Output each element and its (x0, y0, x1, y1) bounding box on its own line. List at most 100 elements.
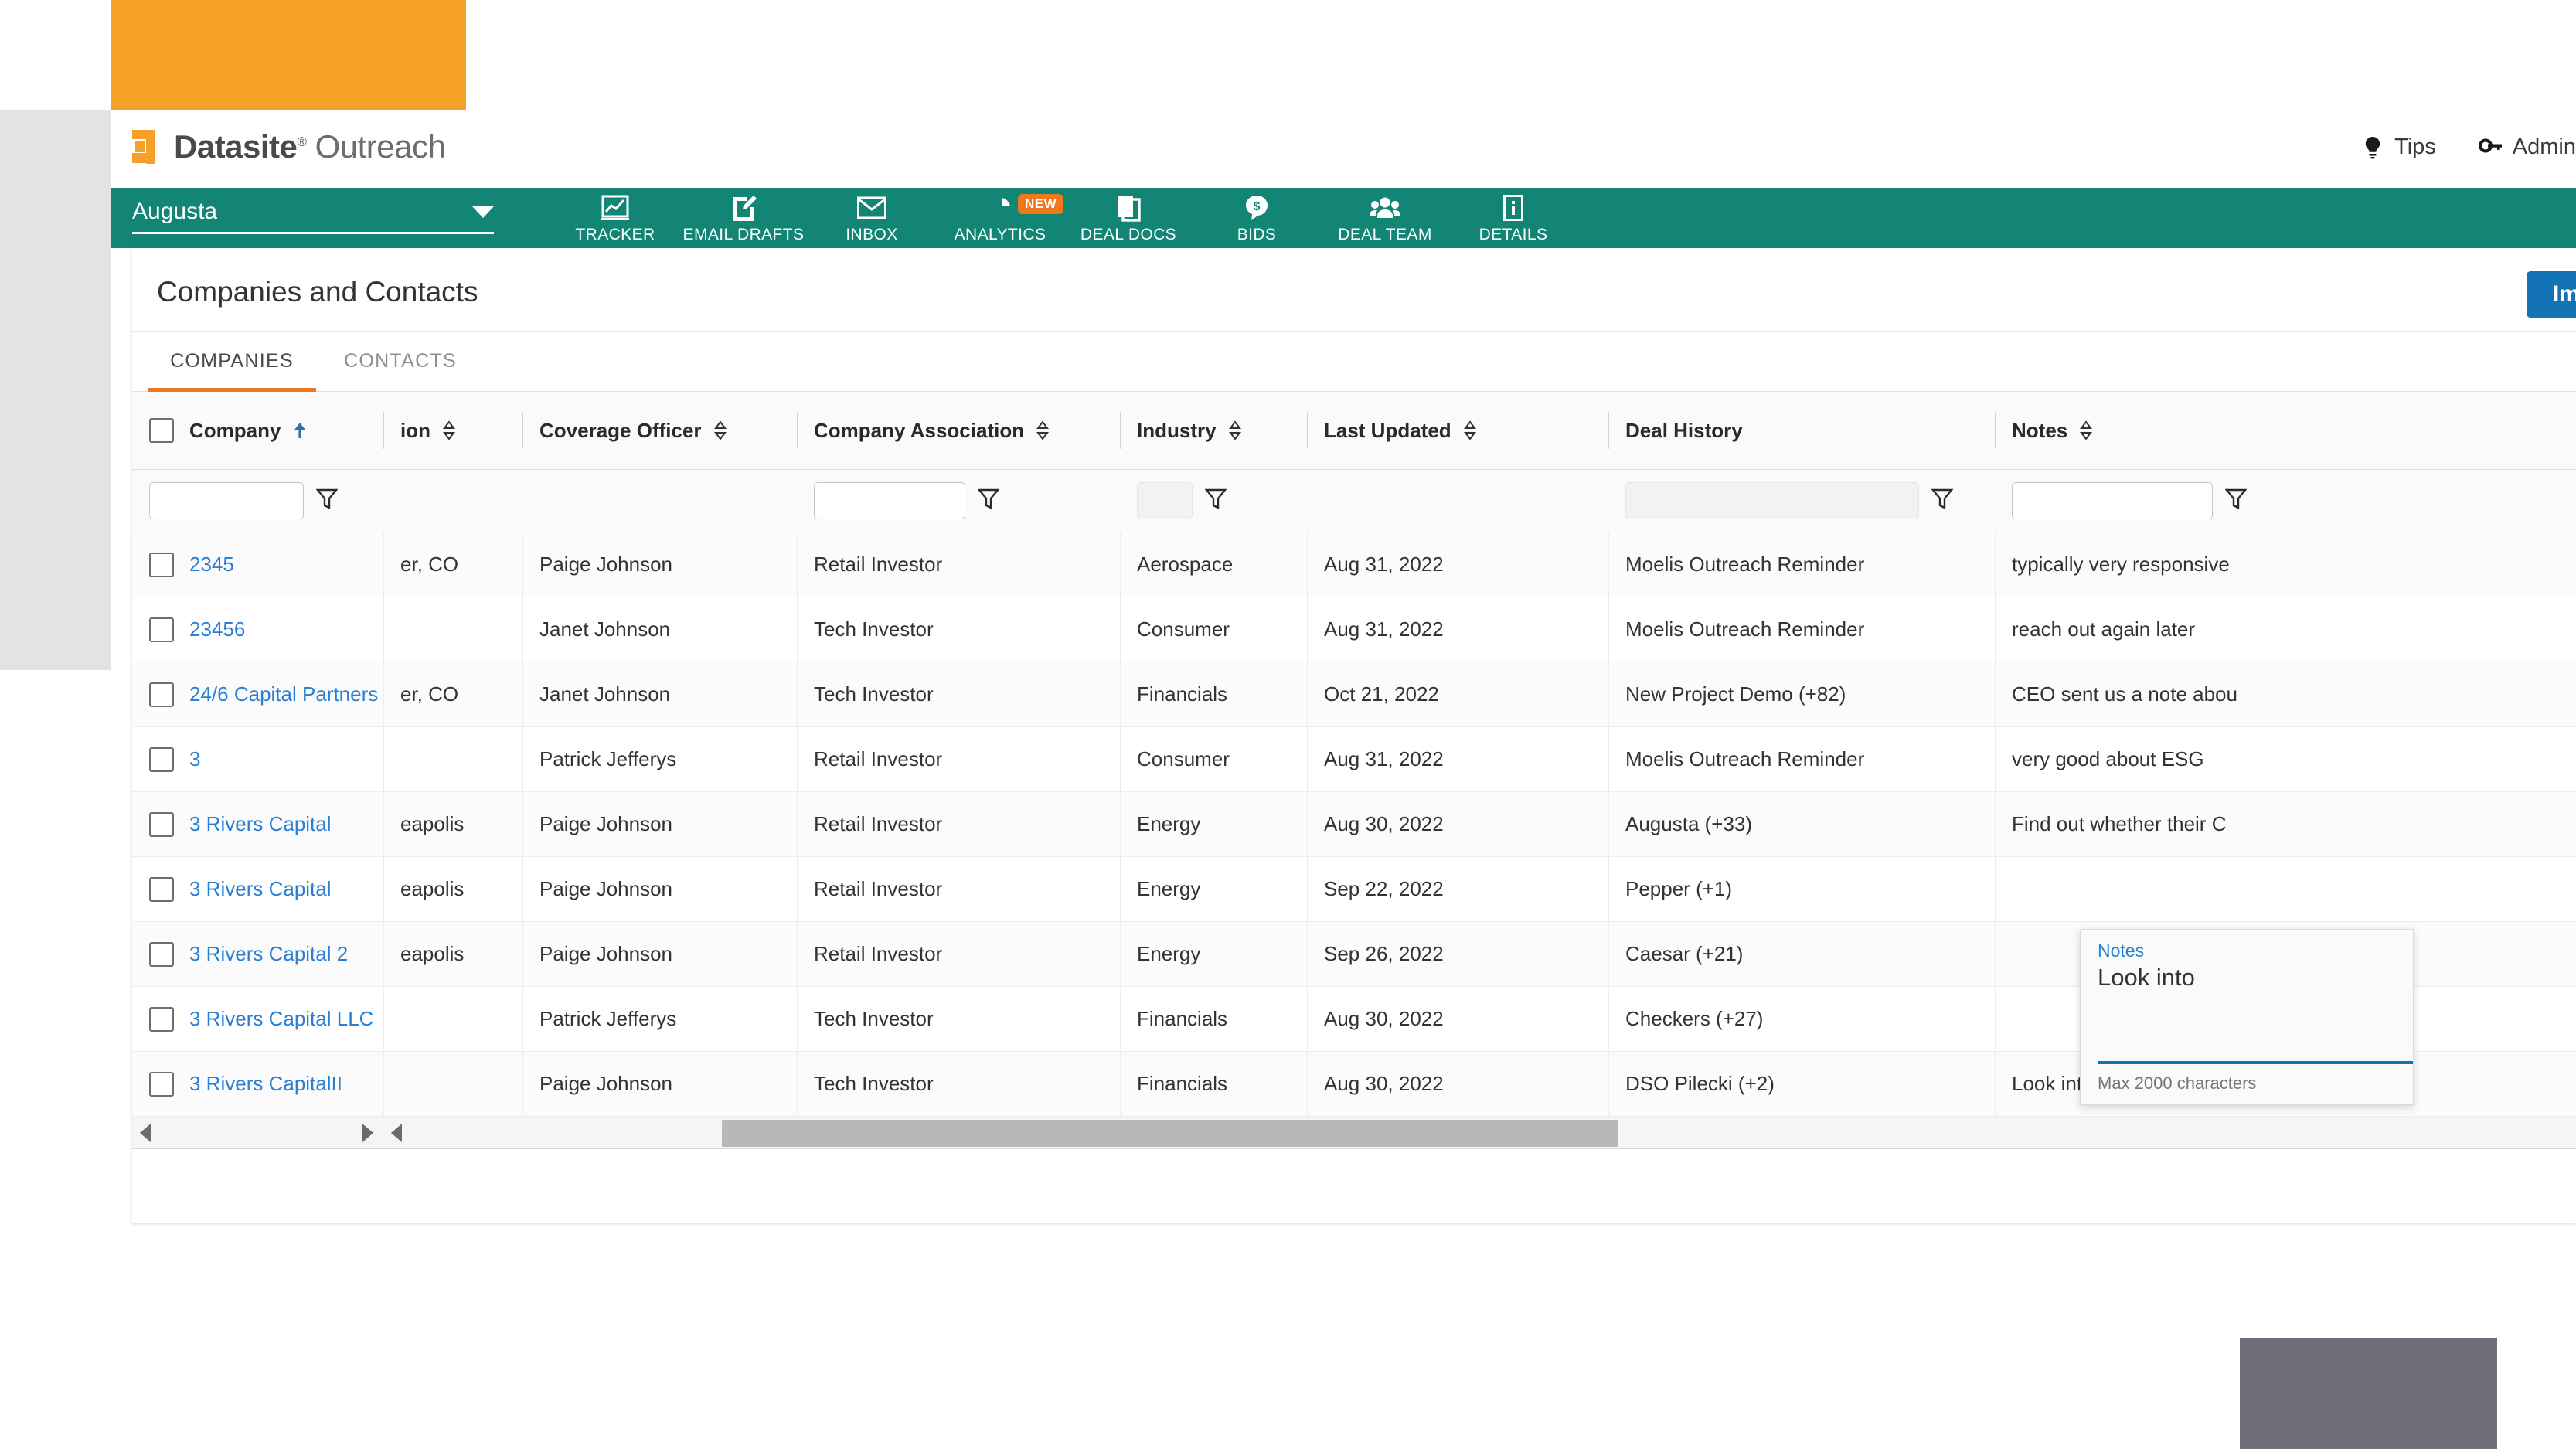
cell-text-company[interactable]: 3 Rivers CapitalII (189, 1072, 342, 1096)
scroll-left-arrow-frozen[interactable] (140, 1124, 151, 1142)
cell-text-company[interactable]: 23456 (189, 617, 245, 641)
row-checkbox[interactable] (149, 617, 174, 642)
table-row[interactable]: 3 Rivers Capital eapolis Paige Johnson Reta… (132, 792, 2576, 857)
notes-editor-popover[interactable]: Notes Look into Max 2000 characters (2080, 929, 2414, 1105)
table-row[interactable]: 3 Patrick Jefferys Retail Investor Consumer… (132, 727, 2576, 792)
sort-both-icon[interactable] (441, 420, 457, 440)
brand-name: Datasite (174, 128, 298, 165)
column-header-company[interactable]: Company (132, 392, 383, 469)
cell-assoc: Retail Investor (797, 922, 1120, 986)
filter-input-deal[interactable] (1625, 482, 1919, 519)
sort-both-icon[interactable] (1035, 420, 1050, 440)
cell-text-assoc: Retail Investor (814, 877, 943, 900)
column-header-label: Industry (1137, 418, 1217, 442)
cell-text-location: eapolis (400, 812, 464, 835)
filter-funnel-icon-assoc[interactable] (977, 488, 1000, 515)
notes-popover-label: Notes (2098, 940, 2145, 961)
column-header-coverage[interactable]: Coverage Officer (522, 392, 797, 469)
filter-cell-company (132, 482, 383, 519)
brand-logo[interactable]: Datasite® Outreach (132, 128, 446, 165)
scrollbar-thumb[interactable] (722, 1120, 1618, 1147)
nav-item-deal-team[interactable]: DEAL TEAM (1321, 188, 1449, 248)
column-header-assoc[interactable]: Company Association (797, 392, 1120, 469)
cell-text-company[interactable]: 3 (189, 747, 200, 771)
nav-item-bids[interactable]: $ BIDS (1193, 188, 1321, 248)
cell-text-company[interactable]: 3 Rivers Capital (189, 812, 332, 836)
nav-item-deal-docs[interactable]: DEAL DOCS (1064, 188, 1193, 248)
tips-button[interactable]: Tips (2361, 134, 2436, 160)
cell-text-assoc: Tech Investor (814, 1007, 934, 1030)
column-header-deal[interactable]: Deal History (1608, 392, 1995, 469)
table-scrollbar[interactable] (383, 1117, 2576, 1148)
cell-text-location: er, CO (400, 553, 459, 576)
admin-button[interactable]: Admin (2479, 134, 2576, 160)
column-header-industry[interactable]: Industry (1120, 392, 1307, 469)
nav-item-details[interactable]: DETAILS (1449, 188, 1577, 248)
cell-notes: typically very responsive (1995, 532, 2576, 597)
filter-input-industry[interactable] (1137, 482, 1193, 519)
cell-text-company[interactable]: 24/6 Capital Partners (189, 682, 378, 706)
nav-item-inbox[interactable]: INBOX (808, 188, 936, 248)
frozen-column-scrollbar[interactable] (132, 1117, 383, 1148)
filter-funnel-icon-notes[interactable] (2224, 488, 2248, 515)
table-row[interactable]: 23456 Janet Johnson Tech Investor Consumer A… (132, 597, 2576, 662)
cell-text-deal: Caesar (+21) (1625, 942, 1744, 965)
cell-divider (1120, 727, 1121, 791)
cell-text-company[interactable]: 3 Rivers Capital (189, 877, 332, 901)
scroll-right-arrow-frozen[interactable] (362, 1124, 373, 1142)
row-checkbox[interactable] (149, 552, 174, 577)
cell-coverage: Janet Johnson (522, 662, 797, 726)
sort-both-icon[interactable] (2078, 420, 2094, 440)
cell-text-company[interactable]: 2345 (189, 553, 234, 577)
tips-label: Tips (2394, 134, 2436, 159)
cell-text-updated: Aug 30, 2022 (1324, 812, 1444, 835)
cell-divider (383, 792, 384, 856)
filter-funnel-icon-deal[interactable] (1931, 488, 1954, 515)
table-row[interactable]: 2345 er, CO Paige Johnson Retail Investor Ae… (132, 532, 2576, 597)
cell-text-assoc: Tech Investor (814, 1072, 934, 1095)
notes-popover-input[interactable]: Look into (2098, 964, 2195, 992)
cell-text-notes: CEO sent us a note abou (2012, 682, 2237, 706)
column-header-notes[interactable]: Notes (1995, 392, 2576, 469)
row-checkbox[interactable] (149, 811, 174, 837)
cell-text-assoc: Retail Investor (814, 942, 943, 965)
row-checkbox[interactable] (149, 682, 174, 707)
table-row[interactable]: 24/6 Capital Partners er, CO Janet Johnson… (132, 662, 2576, 727)
table-row[interactable]: 3 Rivers Capital eapolis Paige Johnson Reta… (132, 857, 2576, 922)
tab-companies[interactable]: COMPANIES (148, 332, 316, 392)
filter-input-assoc[interactable] (814, 482, 965, 519)
filter-funnel-icon-industry[interactable] (1204, 488, 1227, 515)
row-checkbox[interactable] (149, 876, 174, 902)
select-all-checkbox[interactable] (149, 418, 174, 443)
row-checkbox[interactable] (149, 1006, 174, 1032)
nav-item-email-drafts[interactable]: EMAIL DRAFTS (679, 188, 808, 248)
cell-divider (1120, 857, 1121, 921)
import-button[interactable]: Import (2527, 271, 2576, 318)
column-header-updated[interactable]: Last Updated (1307, 392, 1608, 469)
tab-contacts[interactable]: CONTACTS (316, 332, 485, 391)
filter-funnel-icon-company[interactable] (315, 488, 339, 515)
filter-input-company[interactable] (149, 482, 304, 519)
deal-selector-dropdown[interactable]: Augusta (132, 199, 494, 234)
cell-divider (1120, 662, 1121, 726)
cell-divider (522, 987, 523, 1051)
row-checkbox[interactable] (149, 1071, 174, 1097)
sort-asc-icon[interactable] (291, 420, 308, 440)
cell-location (383, 597, 522, 662)
nav-item-label: EMAIL DRAFTS (682, 226, 805, 243)
nav-item-analytics[interactable]: NEW ANALYTICS (936, 188, 1064, 248)
row-checkbox[interactable] (149, 941, 174, 967)
nav-item-label: TRACKER (575, 226, 655, 243)
row-checkbox[interactable] (149, 747, 174, 772)
nav-item-tracker[interactable]: TRACKER (551, 188, 679, 248)
cell-text-deal: Pepper (+1) (1625, 877, 1733, 900)
cell-divider (1608, 727, 1609, 791)
sort-both-icon[interactable] (1462, 420, 1478, 440)
sort-both-icon[interactable] (713, 420, 728, 440)
scroll-left-arrow[interactable] (391, 1124, 402, 1142)
cell-text-company[interactable]: 3 Rivers Capital LLC (189, 1007, 373, 1031)
filter-input-notes[interactable] (2012, 482, 2213, 519)
cell-text-company[interactable]: 3 Rivers Capital 2 (189, 942, 348, 966)
column-header-location[interactable]: ion (383, 392, 522, 469)
sort-both-icon[interactable] (1227, 420, 1243, 440)
